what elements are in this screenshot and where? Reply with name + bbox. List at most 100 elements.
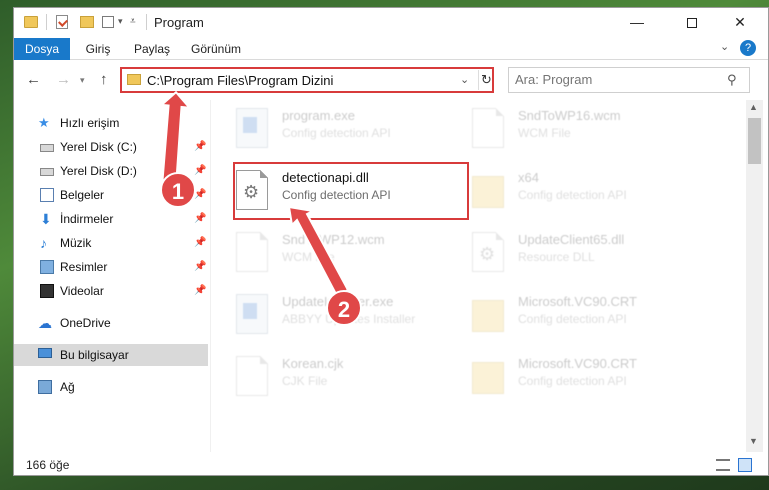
exe-icon xyxy=(236,294,268,334)
step-1-badge: 1 xyxy=(160,172,196,208)
star-icon: ★ xyxy=(38,115,50,130)
file-type: Config detection API xyxy=(282,126,391,140)
navigation-bar: ← → ▾ ↑ C:\Program Files\Program Dizini … xyxy=(14,64,768,96)
sidebar-item-label: İndirmeler xyxy=(60,212,114,226)
chevron-down-icon[interactable]: ⌄ xyxy=(720,40,729,53)
sidebar-item-label: Hızlı erişim xyxy=(60,116,120,130)
properties-icon[interactable] xyxy=(56,15,68,29)
folder-icon xyxy=(472,176,504,208)
sidebar-item-pictures[interactable]: Resimler 📌 xyxy=(14,256,208,278)
up-arrow-icon[interactable]: ↑ xyxy=(100,71,108,88)
maximize-button[interactable] xyxy=(669,8,715,36)
sidebar-item-label: Bu bilgisayar xyxy=(60,348,129,362)
tab-share[interactable]: Paylaş xyxy=(130,38,174,60)
chevron-down-icon[interactable]: ⌄ xyxy=(460,73,469,86)
sidebar-item-label: OneDrive xyxy=(60,316,111,330)
ribbon-tabs: Dosya Giriş Paylaş Görünüm ⌄ ? xyxy=(14,38,768,60)
divider xyxy=(146,14,147,30)
scroll-down-icon[interactable]: ▼ xyxy=(749,436,758,446)
file-type: WCM File xyxy=(518,126,571,140)
file-item[interactable]: SndToWP16.wcm WCM File xyxy=(450,102,690,158)
file-name: SndToWP16.wcm xyxy=(518,108,621,123)
gear-icon: ⚙ xyxy=(479,244,496,264)
tab-home[interactable]: Giriş xyxy=(80,38,116,60)
address-bar[interactable]: C:\Program Files\Program Dizini ⌄ ↻ xyxy=(120,67,494,93)
search-box[interactable]: ⚲ xyxy=(508,67,750,93)
folder-icon xyxy=(472,362,504,394)
file-type: Config detection API xyxy=(518,374,627,388)
title-bar: ▾ ⩡ Program — ✕ xyxy=(14,8,768,36)
sidebar-item-quick-access[interactable]: ★ Hızlı erişim xyxy=(14,112,208,134)
back-arrow-icon[interactable]: ← xyxy=(26,71,41,88)
file-item[interactable]: Microsoft.VC90.CRT Config detection API xyxy=(450,288,690,344)
explorer-window: ▾ ⩡ Program — ✕ Dosya Giriş Paylaş Görün… xyxy=(13,7,769,476)
file-list: program.exe Config detection API SndToWP… xyxy=(214,100,744,452)
customize-toolbar-icon[interactable]: ⩡ xyxy=(130,16,136,32)
sidebar-item-downloads[interactable]: ⬇ İndirmeler 📌 xyxy=(14,208,208,230)
sidebar-item-music[interactable]: ♪ Müzik 📌 xyxy=(14,232,208,254)
new-folder-icon[interactable] xyxy=(80,16,94,28)
folder-icon xyxy=(472,300,504,332)
sidebar-item-local-disk-c[interactable]: Yerel Disk (C:) 📌 xyxy=(14,136,208,158)
pin-icon[interactable]: 📌 xyxy=(194,208,206,230)
file-item[interactable]: SndToWP12.wcm WCM File xyxy=(214,226,454,282)
file-item[interactable]: Korean.cjk CJK File xyxy=(214,350,454,406)
cloud-icon: ☁ xyxy=(38,315,52,331)
tab-view[interactable]: Görünüm xyxy=(188,38,244,60)
view-icon[interactable] xyxy=(102,16,114,28)
exe-icon xyxy=(236,108,268,148)
pin-icon[interactable]: 📌 xyxy=(194,232,206,254)
pane-divider[interactable] xyxy=(210,100,211,452)
computer-icon xyxy=(38,348,52,358)
folder-icon xyxy=(24,16,38,28)
sidebar-item-onedrive[interactable]: ☁ OneDrive xyxy=(14,312,208,334)
details-view-icon[interactable] xyxy=(716,459,730,471)
sidebar-item-videos[interactable]: Videolar 📌 xyxy=(14,280,208,302)
chevron-down-icon[interactable]: ▾ xyxy=(118,16,123,32)
disk-icon xyxy=(40,168,54,176)
pin-icon[interactable]: 📌 xyxy=(194,136,206,158)
minimize-button[interactable]: — xyxy=(614,8,660,36)
step-2-badge: 2 xyxy=(326,290,362,326)
file-name: Microsoft.VC90.CRT xyxy=(518,294,637,309)
file-name: SndToWP12.wcm xyxy=(282,232,385,247)
navigation-pane: ★ Hızlı erişim Yerel Disk (C:) 📌 Yerel D… xyxy=(14,100,210,452)
forward-arrow-icon[interactable]: → xyxy=(56,71,71,88)
refresh-icon[interactable]: ↻ xyxy=(478,70,494,90)
sidebar-item-label: Ağ xyxy=(60,380,75,394)
document-icon xyxy=(236,356,268,396)
tiles-view-icon[interactable] xyxy=(738,458,752,472)
scroll-up-icon[interactable]: ▲ xyxy=(749,102,758,112)
pin-icon[interactable]: 📌 xyxy=(194,256,206,278)
recent-locations-icon[interactable]: ▾ xyxy=(80,75,85,86)
file-item[interactable]: ⚙ UpdateClient65.dll Resource DLL xyxy=(450,226,690,282)
close-button[interactable]: ✕ xyxy=(717,8,763,36)
file-highlight-box xyxy=(233,162,469,220)
file-item[interactable]: x64 Config detection API xyxy=(450,164,690,220)
pin-icon[interactable]: 📌 xyxy=(194,280,206,302)
search-input[interactable] xyxy=(515,72,715,87)
sidebar-item-network[interactable]: Ağ xyxy=(14,376,208,398)
file-item[interactable]: Microsoft.VC90.CRT Config detection API xyxy=(450,350,690,406)
documents-icon xyxy=(40,188,54,202)
file-item[interactable]: program.exe Config detection API xyxy=(214,102,454,158)
file-name: Microsoft.VC90.CRT xyxy=(518,356,637,371)
sidebar-item-this-pc[interactable]: Bu bilgisayar xyxy=(14,344,208,366)
disk-icon xyxy=(40,144,54,152)
pin-icon[interactable]: 📌 xyxy=(194,160,206,182)
window-title: Program xyxy=(154,15,204,30)
vertical-scrollbar[interactable]: ▲ ▼ xyxy=(746,100,763,452)
maximize-icon xyxy=(687,18,697,29)
status-bar: 166 öğe xyxy=(14,454,768,475)
file-name: program.exe xyxy=(282,108,355,123)
tab-file[interactable]: Dosya xyxy=(14,38,70,60)
document-icon xyxy=(236,232,268,272)
scrollbar-thumb[interactable] xyxy=(748,118,761,164)
address-path[interactable]: C:\Program Files\Program Dizini xyxy=(147,73,333,88)
search-icon[interactable]: ⚲ xyxy=(727,72,737,88)
file-type: CJK File xyxy=(282,374,328,388)
file-name: Korean.cjk xyxy=(282,356,344,371)
file-type: Resource DLL xyxy=(518,250,595,264)
help-icon[interactable]: ? xyxy=(740,40,756,56)
dll-icon: ⚙ xyxy=(472,232,504,272)
